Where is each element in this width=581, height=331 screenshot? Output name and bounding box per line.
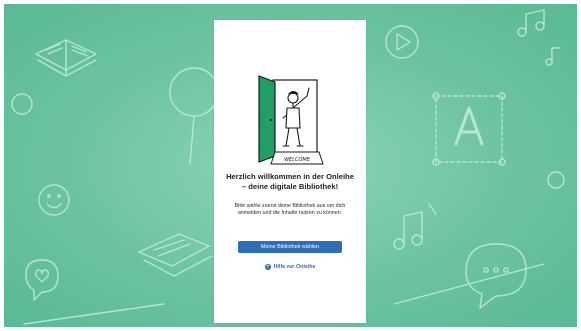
- choose-library-button[interactable]: Meine Bibliothek wählen: [238, 241, 342, 253]
- welcome-subtext: Bitte wähle zuerst deine Bibliothek aus …: [234, 203, 346, 217]
- help-link-label: Hilfe zur Onleihe: [273, 264, 316, 270]
- magnifier-icon: [169, 67, 219, 165]
- heart-bubble-icon: [25, 259, 59, 301]
- font-letter-icon: [432, 92, 506, 166]
- welcome-card: WELCOME Herzlich willkommen in der Onlei…: [214, 20, 366, 323]
- help-link[interactable]: ? Hilfe zur Onleihe: [252, 263, 328, 271]
- chat-bubble-icon: [465, 243, 527, 309]
- welcome-mat-text: WELCOME: [284, 157, 311, 163]
- music-note-icon: [517, 9, 561, 66]
- welcome-door-illustration: WELCOME: [258, 75, 324, 165]
- open-book-icon: [35, 39, 97, 77]
- smiley-icon: [38, 184, 70, 216]
- music-note-icon-2: [393, 203, 437, 250]
- app-background: WELCOME Herzlich willkommen in der Onlei…: [4, 4, 577, 327]
- open-book-icon-2: [138, 233, 213, 277]
- help-question-icon: ?: [264, 264, 271, 270]
- welcome-headline: Herzlich willkommen in der Onleihe – dei…: [226, 172, 354, 191]
- play-button-icon: [385, 25, 419, 59]
